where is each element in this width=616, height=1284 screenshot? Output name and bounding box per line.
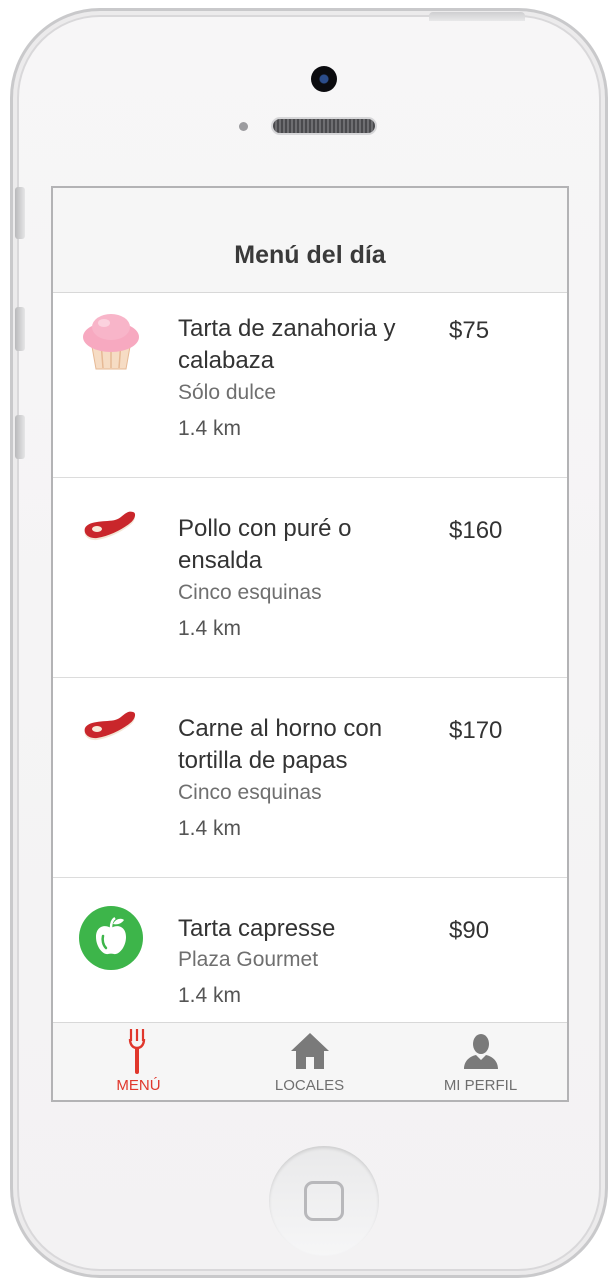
item-title: Carne al horno con tortilla de papas <box>178 715 383 774</box>
item-title: Tarta de zanahoria y calabaza <box>178 315 396 374</box>
page-title: Menú del día <box>234 241 386 269</box>
item-price: $90 <box>449 917 490 944</box>
tab-bar: MENÚ LOCALES MI PERFIL <box>53 1022 567 1100</box>
item-place: Sólo dulce <box>178 381 277 404</box>
item-place: Cinco esquinas <box>178 781 322 804</box>
item-distance: 1.4 km <box>178 817 242 840</box>
app-screen: Menú del día Tarta de zanahoria y calaba… <box>51 186 569 1102</box>
tab-mi-perfil[interactable]: MI PERFIL <box>395 1023 566 1100</box>
item-price: $75 <box>449 317 490 344</box>
tab-label: MI PERFIL <box>443 1077 518 1094</box>
proximity-sensor <box>239 122 248 131</box>
tab-locales[interactable]: LOCALES <box>224 1023 395 1100</box>
meat-icon <box>79 504 143 568</box>
list-item[interactable]: Carne al horno con tortilla de papas Cin… <box>53 678 567 878</box>
volume-up-button <box>15 307 25 351</box>
home-button-square-icon <box>304 1181 344 1221</box>
power-button <box>429 12 525 21</box>
item-title: Pollo con puré o ensalda <box>178 515 352 574</box>
front-camera <box>311 66 337 92</box>
item-distance: 1.4 km <box>178 617 242 640</box>
user-icon <box>395 1029 566 1071</box>
item-distance: 1.4 km <box>178 984 242 1007</box>
list-item[interactable]: Tarta de zanahoria y calabaza Sólo dulce… <box>53 293 567 478</box>
mute-switch <box>15 187 25 239</box>
navigation-bar: Menú del día <box>53 188 567 293</box>
tab-label: LOCALES <box>274 1077 345 1094</box>
fork-icon <box>53 1029 224 1074</box>
tab-label: MENÚ <box>116 1077 161 1094</box>
tab-menu[interactable]: MENÚ <box>53 1023 224 1100</box>
meat-icon <box>79 704 143 768</box>
item-price: $170 <box>449 717 503 744</box>
home-button[interactable] <box>269 1146 379 1256</box>
item-title: Tarta capresse <box>178 915 336 942</box>
list-item[interactable]: Pollo con puré o ensalda Cinco esquinas … <box>53 478 567 678</box>
item-place: Cinco esquinas <box>178 581 322 604</box>
earpiece-speaker <box>271 117 377 135</box>
item-distance: 1.4 km <box>178 417 242 440</box>
apple-icon <box>79 906 143 970</box>
cupcake-icon <box>79 307 143 371</box>
item-price: $160 <box>449 517 503 544</box>
item-place: Plaza Gourmet <box>178 948 319 971</box>
home-icon <box>224 1029 395 1071</box>
volume-down-button <box>15 415 25 459</box>
list-item[interactable]: Tarta capresse Plaza Gourmet 1.4 km $90 <box>53 878 567 1038</box>
